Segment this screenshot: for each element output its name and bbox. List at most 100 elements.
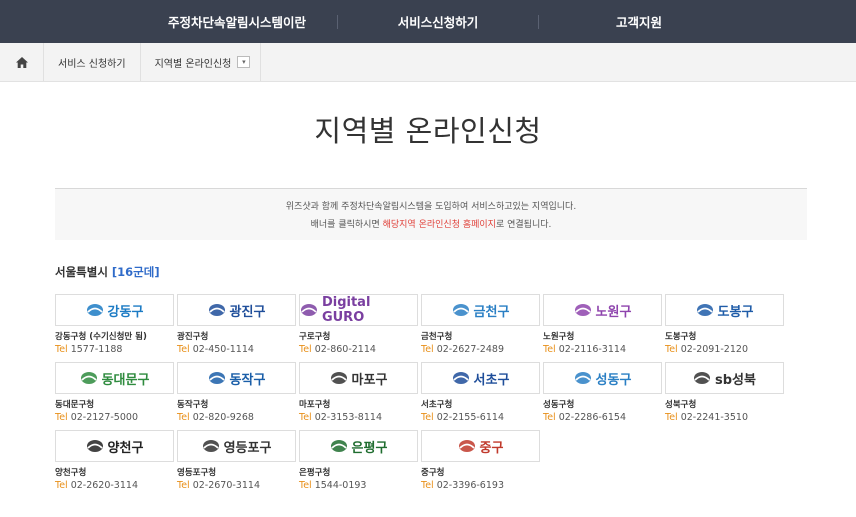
district-banner[interactable]: 동작구 [177,362,296,394]
district-emblem-icon [330,372,347,384]
district-banner[interactable]: 마포구 [299,362,418,394]
nav-item-customer-support[interactable]: 고객지원 [539,0,739,43]
district-logo-text: 양천구 [107,440,144,456]
tel-label: Tel [421,344,434,355]
district-card: 은평구은평구청 Tel 1544-0193 [299,430,418,491]
district-name: 도봉구청 [665,332,697,342]
district-card: 양천구양천구청 Tel 02-2620-3114 [55,430,174,491]
district-emblem-icon [574,304,591,316]
district-card: 강동구 강동구청 (수기신청만 됨) Tel 1577-1188 [55,294,174,355]
district-name: 성동구청 [543,400,575,410]
district-tel: Tel 02-2241-3510 [665,412,784,423]
district-emblem-icon [86,440,103,452]
district-logo-text: 서초구 [473,372,510,388]
district-logo-text: sb성북 [715,372,756,388]
tel-number: 02-2091-2120 [680,344,748,355]
home-icon[interactable] [0,43,44,81]
district-logo-text: 강동구 [107,304,144,320]
tel-number: 1544-0193 [314,480,367,491]
tel-label: Tel [665,412,678,423]
tel-number: 02-2155-6114 [436,412,504,423]
district-logo-text: 성동구 [595,372,632,388]
notice-box: 위즈샷과 함께 주정차단속알림시스템을 도입하여 서비스하고있는 지역입니다. … [55,188,807,240]
breadcrumb-current[interactable]: 지역별 온라인신청 ▾ [141,43,262,81]
district-tel: Tel 02-2116-3114 [543,344,662,355]
district-card: 중구 중구청 Tel 02-3396-6193 [421,430,540,491]
district-card: 도봉구도봉구청 Tel 02-2091-2120 [665,294,784,355]
district-logo-text: 금천구 [473,304,510,320]
tel-label: Tel [299,412,312,423]
tel-label: Tel [177,480,190,491]
tel-label: Tel [55,480,68,491]
district-logo-text: 영등포구 [223,440,272,456]
tel-number: 02-2127-5000 [70,412,138,423]
tel-label: Tel [55,412,68,423]
nav-item-service-apply[interactable]: 서비스신청하기 [338,0,538,43]
district-banner[interactable]: 양천구 [55,430,174,462]
district-tel: Tel 02-2670-3114 [177,480,296,491]
district-tel: Tel 02-2155-6114 [421,412,540,423]
district-name: 동대문구청 [55,400,95,410]
tel-number: 1577-1188 [70,344,123,355]
district-emblem-icon [202,440,219,452]
district-banner[interactable]: 금천구 [421,294,540,326]
tel-label: Tel [421,480,434,491]
district-banner[interactable]: 중구 [421,430,540,462]
district-card: 서초구 서초구청 Tel 02-2155-6114 [421,362,540,423]
notice-text: 로 연결됩니다. [495,220,552,230]
district-card: 성동구 성동구청 Tel 02-2286-6154 [543,362,662,423]
district-banner[interactable]: 성동구 [543,362,662,394]
district-logo-text: 동작구 [229,372,266,388]
district-banner[interactable]: 서초구 [421,362,540,394]
district-tel: Tel 02-450-1114 [177,344,296,355]
tel-label: Tel [421,412,434,423]
district-banner[interactable]: 영등포구 [177,430,296,462]
breadcrumb-service[interactable]: 서비스 신청하기 [44,43,141,81]
district-name: 은평구청 [299,468,331,478]
district-banner[interactable]: 노원구 [543,294,662,326]
district-tel: Tel 02-2620-3114 [55,480,174,491]
district-emblem-icon [696,304,713,316]
district-tel: Tel 02-2127-5000 [55,412,174,423]
district-banner[interactable]: 강동구 [55,294,174,326]
district-card: 동작구 동작구청 Tel 02-820-9268 [177,362,296,423]
district-card: 광진구 광진구청 Tel 02-450-1114 [177,294,296,355]
district-banner[interactable]: 도봉구 [665,294,784,326]
breadcrumb-current-label: 지역별 온라인신청 [154,58,232,70]
tel-label: Tel [299,344,312,355]
district-name: 동작구청 [177,400,209,410]
district-name: 마포구청 [299,400,331,410]
district-logo-text: 광진구 [229,304,266,320]
tel-number: 02-2620-3114 [70,480,138,491]
tel-number: 02-860-2114 [314,344,376,355]
district-banner[interactable]: sb성북 [665,362,784,394]
district-name: 중구청 [421,468,445,478]
nav-item-system-intro[interactable]: 주정차단속알림시스템이란 [137,0,337,43]
tel-number: 02-2670-3114 [192,480,260,491]
district-emblem-icon [330,440,347,452]
district-banner[interactable]: 은평구 [299,430,418,462]
district-grid: 강동구 강동구청 (수기신청만 됨) Tel 1577-1188 광진구 광진구청 Tel 0… [55,294,856,491]
district-tel: Tel 02-2091-2120 [665,344,784,355]
district-card: 노원구 노원구청 Tel 02-2116-3114 [543,294,662,355]
district-name: 양천구청 [55,468,87,478]
district-emblem-icon [694,372,711,384]
district-emblem-icon [452,372,469,384]
top-navigation: 주정차단속알림시스템이란 서비스신청하기 고객지원 [0,0,856,43]
district-logo-text: 마포구 [351,372,388,388]
district-card: sb성북성북구청 Tel 02-2241-3510 [665,362,784,423]
district-banner[interactable]: 광진구 [177,294,296,326]
tel-label: Tel [177,412,190,423]
tel-label: Tel [665,344,678,355]
district-name: 성북구청 [665,400,697,410]
district-banner[interactable]: Digital GURO [299,294,418,326]
district-name: 영등포구청 [177,468,217,478]
district-banner[interactable]: 동대문구 [55,362,174,394]
district-tel: Tel 1577-1188 [55,344,174,355]
district-emblem-icon [300,304,317,316]
region-heading: 서울특별시 [16군데] [55,264,856,280]
tel-label: Tel [55,344,68,355]
district-tel: Tel 1544-0193 [299,480,418,491]
chevron-down-icon[interactable]: ▾ [237,56,251,68]
district-card: 마포구 마포구청 Tel 02-3153-8114 [299,362,418,423]
